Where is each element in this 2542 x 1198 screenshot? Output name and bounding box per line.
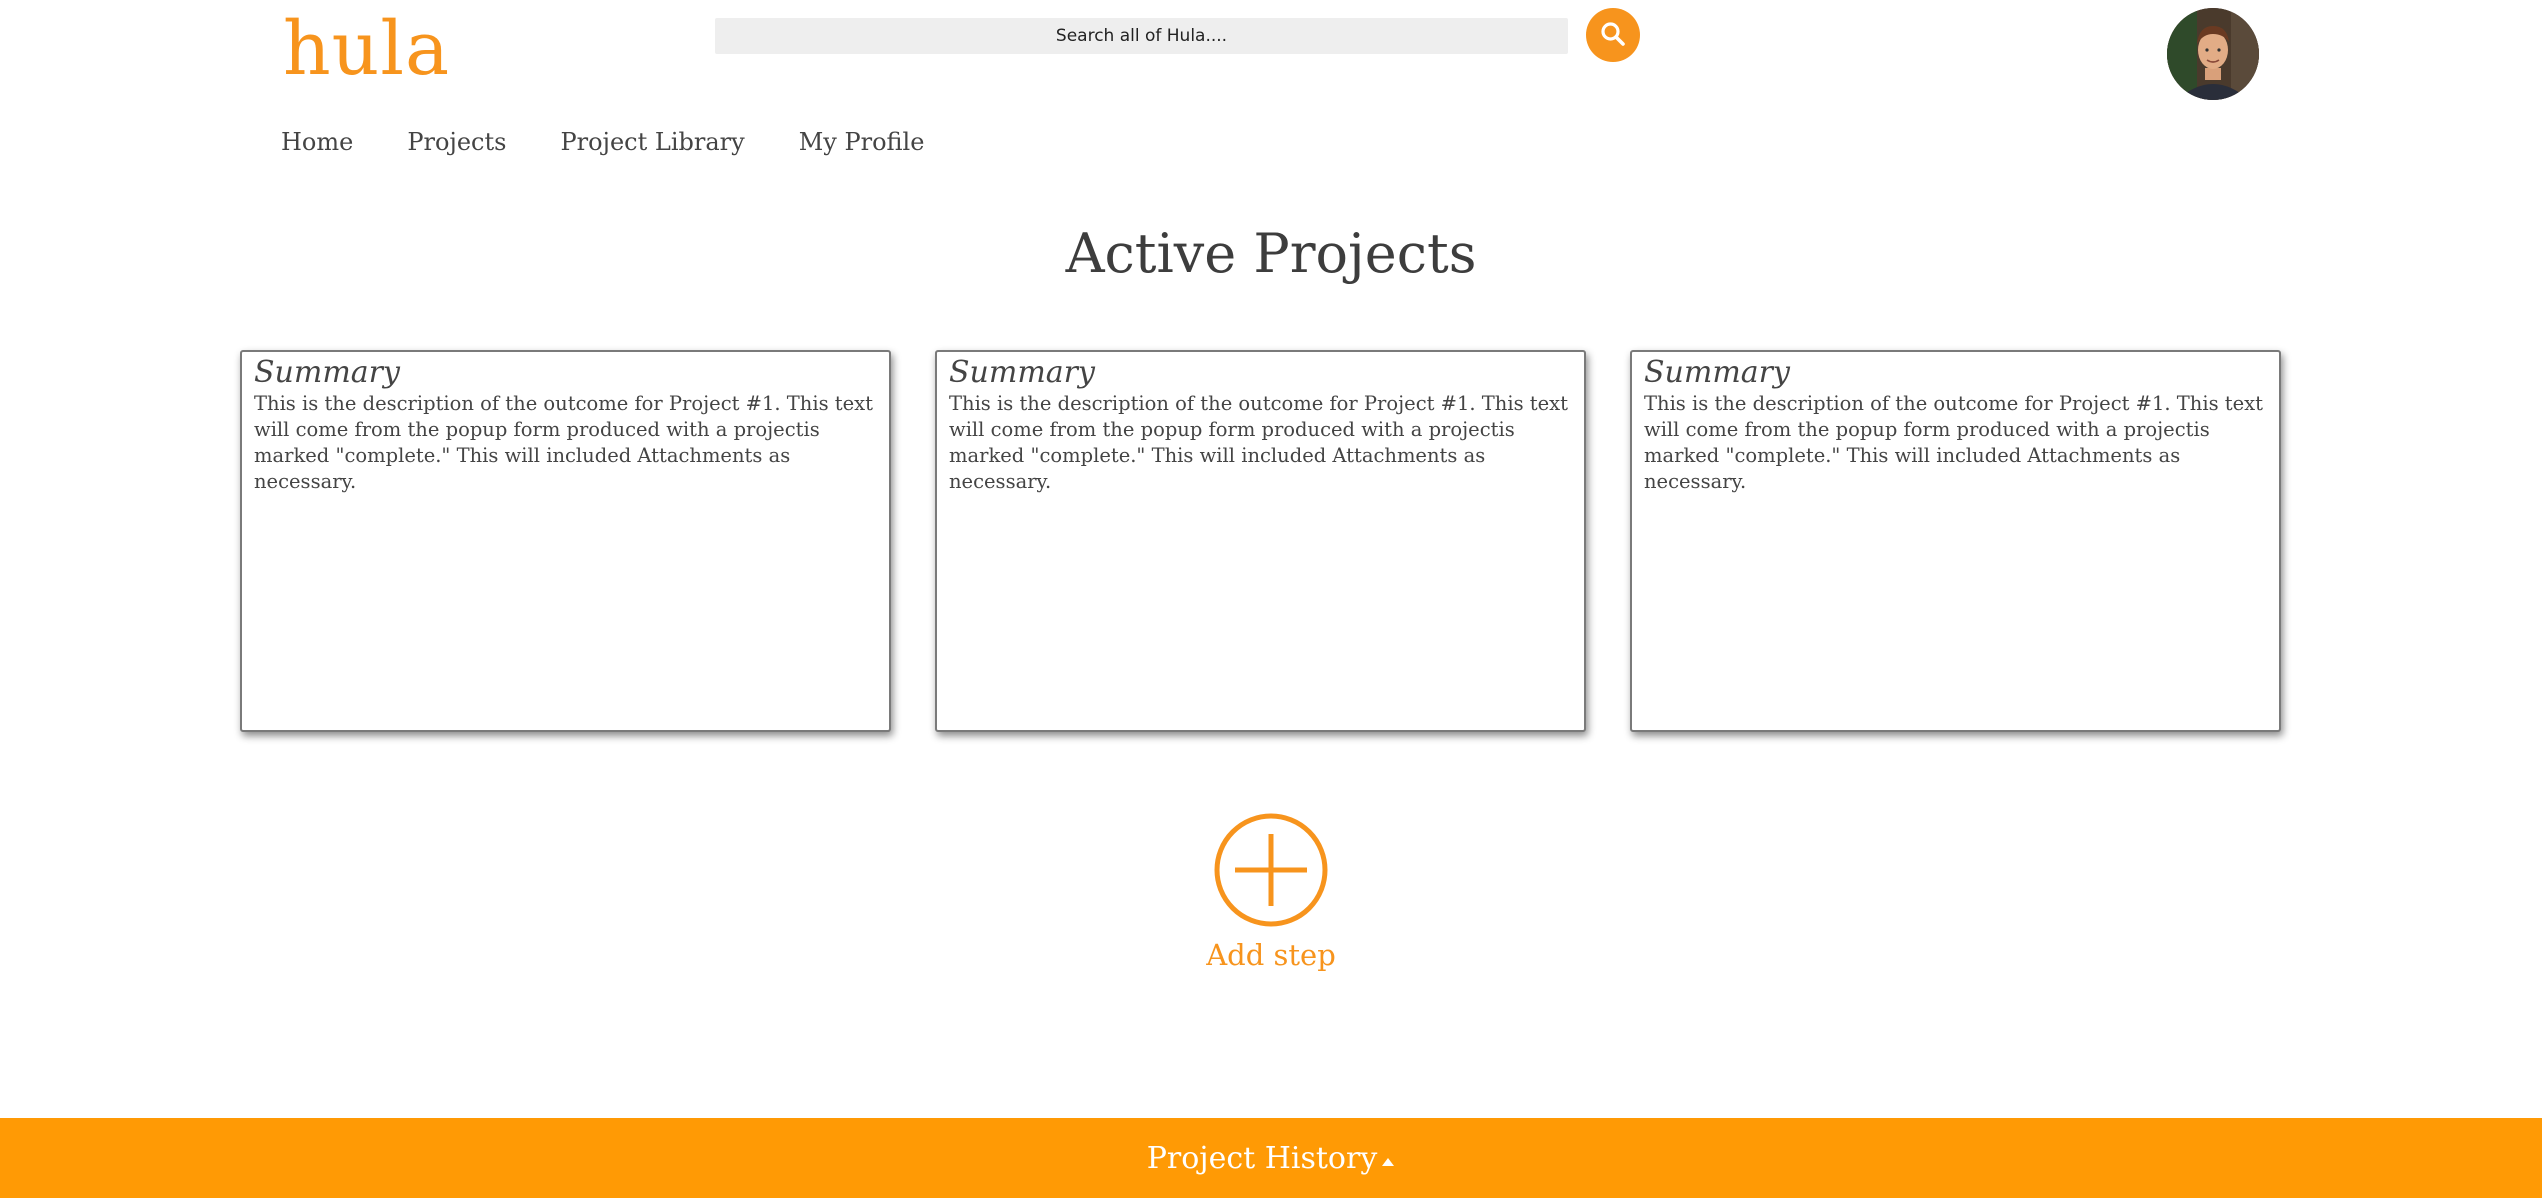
project-history-bar[interactable]: Project History (0, 1118, 2542, 1198)
user-avatar-icon (2167, 8, 2259, 100)
nav-item-my-profile[interactable]: My Profile (799, 128, 925, 156)
search-input[interactable] (715, 18, 1568, 54)
add-step-label: Add step (1206, 938, 1336, 972)
project-card[interactable]: Summary This is the description of the o… (240, 350, 891, 732)
nav-item-project-library[interactable]: Project Library (560, 128, 744, 156)
project-card[interactable]: Summary This is the description of the o… (1630, 350, 2281, 732)
search-icon (1600, 21, 1626, 50)
avatar[interactable] (2167, 8, 2259, 100)
card-title: Summary (254, 355, 400, 390)
project-card[interactable]: Summary This is the description of the o… (935, 350, 1586, 732)
project-history-label: Project History (1146, 1140, 1378, 1176)
plus-circle-icon (1213, 812, 1329, 932)
main-nav: Home Projects Project Library My Profile (281, 128, 924, 156)
hula-logo[interactable]: hula (283, 12, 450, 86)
card-title: Summary (1644, 355, 1790, 390)
card-title: Summary (949, 355, 1095, 390)
card-description: This is the description of the outcome f… (254, 392, 874, 493)
page-title: Active Projects (1065, 222, 1477, 285)
add-step-button[interactable]: Add step (1190, 812, 1352, 972)
card-description: This is the description of the outcome f… (1644, 392, 2264, 493)
nav-item-projects[interactable]: Projects (407, 128, 506, 156)
page: hula Home Projects Project Library My (0, 0, 2542, 1198)
caret-up-icon (1381, 1152, 1395, 1171)
nav-item-home[interactable]: Home (281, 128, 353, 156)
search-button[interactable] (1586, 8, 1640, 62)
card-description: This is the description of the outcome f… (949, 392, 1569, 493)
